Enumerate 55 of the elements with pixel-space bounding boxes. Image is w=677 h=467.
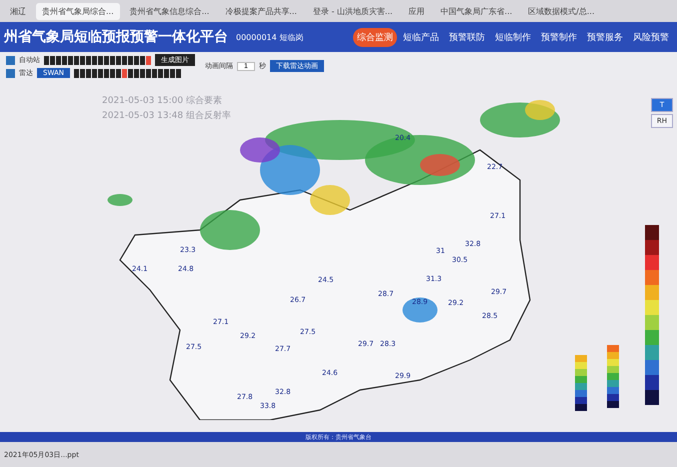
frame-segment[interactable] [68,56,73,64]
frame-segment[interactable] [56,56,61,64]
nav-tab[interactable]: 短临制作 [491,28,535,46]
browser-tab[interactable]: 应用 [402,2,431,20]
frame-segment[interactable] [176,68,182,78]
frame-segment[interactable] [164,68,170,78]
browser-tab[interactable]: 区域数据模式/总... [522,2,600,20]
frame-segment[interactable] [104,56,109,64]
frame-segment[interactable] [128,68,134,78]
nav-tab[interactable]: 预警制作 [537,28,581,46]
checkbox[interactable] [6,68,15,78]
browser-tab[interactable]: 中国气象局广东省... [434,2,518,20]
frame-segment[interactable] [146,68,152,78]
platform-title: 州省气象局短临预报预警一体化平台 [4,28,228,46]
nav-tab[interactable]: 风险预警 [629,28,673,46]
browser-tab[interactable]: 登录 - 山洪地质灾害... [306,2,399,20]
browser-tab[interactable]: 湘辽 [4,2,32,20]
frame-segment[interactable] [62,56,67,64]
frame-segment[interactable] [98,68,104,78]
frame-segment[interactable] [104,68,110,78]
frame-segment[interactable] [92,56,97,64]
frame-segment[interactable] [116,68,122,78]
browser-tab[interactable]: 贵州省气象信息综合... [124,2,216,20]
frame-segment[interactable] [140,56,145,64]
frame-segment[interactable] [98,56,103,64]
checkbox[interactable] [6,56,15,64]
frame-segment[interactable] [140,68,146,78]
nav-tab[interactable]: 短临产品 [399,28,443,46]
time-label: 2021-05-03 13:48 组合反射率 [102,110,231,122]
nav-tab[interactable]: 预警服务 [583,28,627,46]
frame-segment[interactable] [86,56,91,64]
frame-segment[interactable] [50,56,55,64]
frame-segment[interactable] [80,68,86,78]
frame-segment[interactable] [170,68,176,78]
frame-segment[interactable] [80,56,85,64]
browser-tab[interactable]: 贵州省气象局综合... [36,2,120,20]
frame-segment[interactable] [92,68,98,78]
frame-segment[interactable] [74,68,80,78]
frame-segment[interactable] [110,56,115,64]
nav-tab[interactable]: 预警联防 [445,28,489,46]
frame-segment[interactable] [44,56,49,64]
user-name: 00000014 短临岗 [236,32,304,42]
frame-segment[interactable] [152,68,158,78]
frame-segment[interactable] [110,68,116,78]
frame-segment[interactable] [86,68,92,78]
frame-segment[interactable] [74,56,79,64]
frame-segment[interactable] [158,68,164,78]
frame-segment[interactable] [116,56,121,64]
frame-segment[interactable] [134,56,139,64]
frame-segment[interactable] [128,56,133,64]
nav-tab[interactable]: 综合监测 [353,28,397,46]
frame-segment[interactable] [122,56,127,64]
browser-tab[interactable]: 冷极提案产品共享... [219,2,303,20]
time-label: 2021-05-03 15:00 综合要素 [102,94,223,107]
frame-segment[interactable] [134,68,140,78]
